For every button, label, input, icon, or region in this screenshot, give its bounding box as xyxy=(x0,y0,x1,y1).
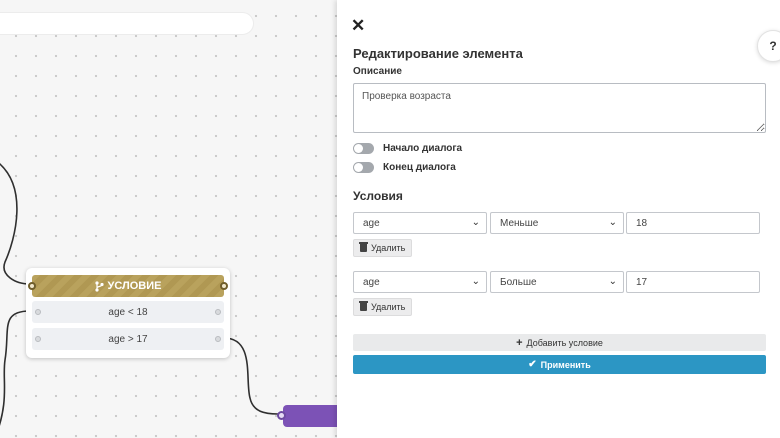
close-icon[interactable]: ✕ xyxy=(351,17,365,34)
panel-title: Редактирование элемента xyxy=(353,46,523,61)
start-dialog-label: Начало диалога xyxy=(383,143,463,154)
row-input-dot[interactable] xyxy=(35,309,41,315)
end-dialog-label: Конец диалога xyxy=(383,162,456,173)
plus-icon: + xyxy=(516,336,523,349)
row-output-dot[interactable] xyxy=(215,309,221,315)
condition-operator-select[interactable]: Меньше ⌄ xyxy=(490,212,624,234)
condition-value-input[interactable]: 18 xyxy=(626,212,760,234)
check-icon: ✔ xyxy=(528,359,537,370)
condition-operator-value: Меньше xyxy=(500,217,539,229)
condition-row[interactable]: age < 18 xyxy=(32,301,224,323)
start-dialog-toggle-row[interactable]: Начало диалога xyxy=(353,143,462,154)
condition-row-label: age < 18 xyxy=(108,306,148,318)
add-condition-label: Добавить условие xyxy=(526,337,603,348)
flow-canvas[interactable]: УСЛОВИЕ age < 18 age > 17 xyxy=(0,0,337,438)
row-output-dot[interactable] xyxy=(215,336,221,342)
description-label: Описание xyxy=(353,66,402,77)
condition-field-value: age xyxy=(363,217,380,229)
conditions-title: Условия xyxy=(353,189,403,203)
delete-condition-button[interactable]: Удалить xyxy=(353,298,413,316)
delete-condition-button[interactable]: Удалить xyxy=(353,239,413,257)
trash-icon xyxy=(359,301,368,311)
condition-value-text: 17 xyxy=(636,276,648,288)
condition-node-title: УСЛОВИЕ xyxy=(107,280,162,292)
help-button[interactable]: ? xyxy=(757,30,780,62)
apply-button[interactable]: ✔ Применить xyxy=(353,355,766,374)
output-port[interactable] xyxy=(220,282,228,290)
apply-label: Применить xyxy=(540,359,591,370)
condition-field-select[interactable]: age ⌄ xyxy=(353,212,487,234)
chevron-down-icon: ⌄ xyxy=(608,276,617,287)
condition-row-label: age > 17 xyxy=(108,333,148,345)
branch-icon xyxy=(94,280,104,292)
row-input-dot[interactable] xyxy=(35,336,41,342)
condition-row[interactable]: age > 17 xyxy=(32,328,224,350)
condition-value-text: 18 xyxy=(636,217,648,229)
condition-node-header[interactable]: УСЛОВИЕ xyxy=(28,275,228,297)
input-port[interactable] xyxy=(28,282,36,290)
description-field[interactable]: Проверка возраста xyxy=(353,83,766,133)
chevron-down-icon: ⌄ xyxy=(471,217,480,228)
start-dialog-toggle[interactable] xyxy=(353,143,374,154)
condition-operator-select[interactable]: Больше ⌄ xyxy=(490,271,624,293)
end-dialog-toggle[interactable] xyxy=(353,162,374,173)
chevron-down-icon: ⌄ xyxy=(471,276,480,287)
delete-label: Удалить xyxy=(371,302,406,312)
add-condition-button[interactable]: + Добавить условие xyxy=(353,334,766,351)
condition-value-input[interactable]: 17 xyxy=(626,271,760,293)
next-node-input-port[interactable] xyxy=(277,411,286,420)
delete-label: Удалить xyxy=(371,243,406,253)
edit-element-panel: ✕ ? Редактирование элемента Описание Про… xyxy=(337,0,780,438)
condition-field-select[interactable]: age ⌄ xyxy=(353,271,487,293)
condition-field-value: age xyxy=(363,276,380,288)
chevron-down-icon: ⌄ xyxy=(608,217,617,228)
trash-icon xyxy=(359,242,368,252)
condition-node[interactable]: УСЛОВИЕ age < 18 age > 17 xyxy=(26,268,230,358)
next-node[interactable] xyxy=(283,405,337,427)
condition-operator-value: Больше xyxy=(500,276,537,288)
end-dialog-toggle-row[interactable]: Конец диалога xyxy=(353,162,456,173)
connection-wires xyxy=(0,163,279,426)
